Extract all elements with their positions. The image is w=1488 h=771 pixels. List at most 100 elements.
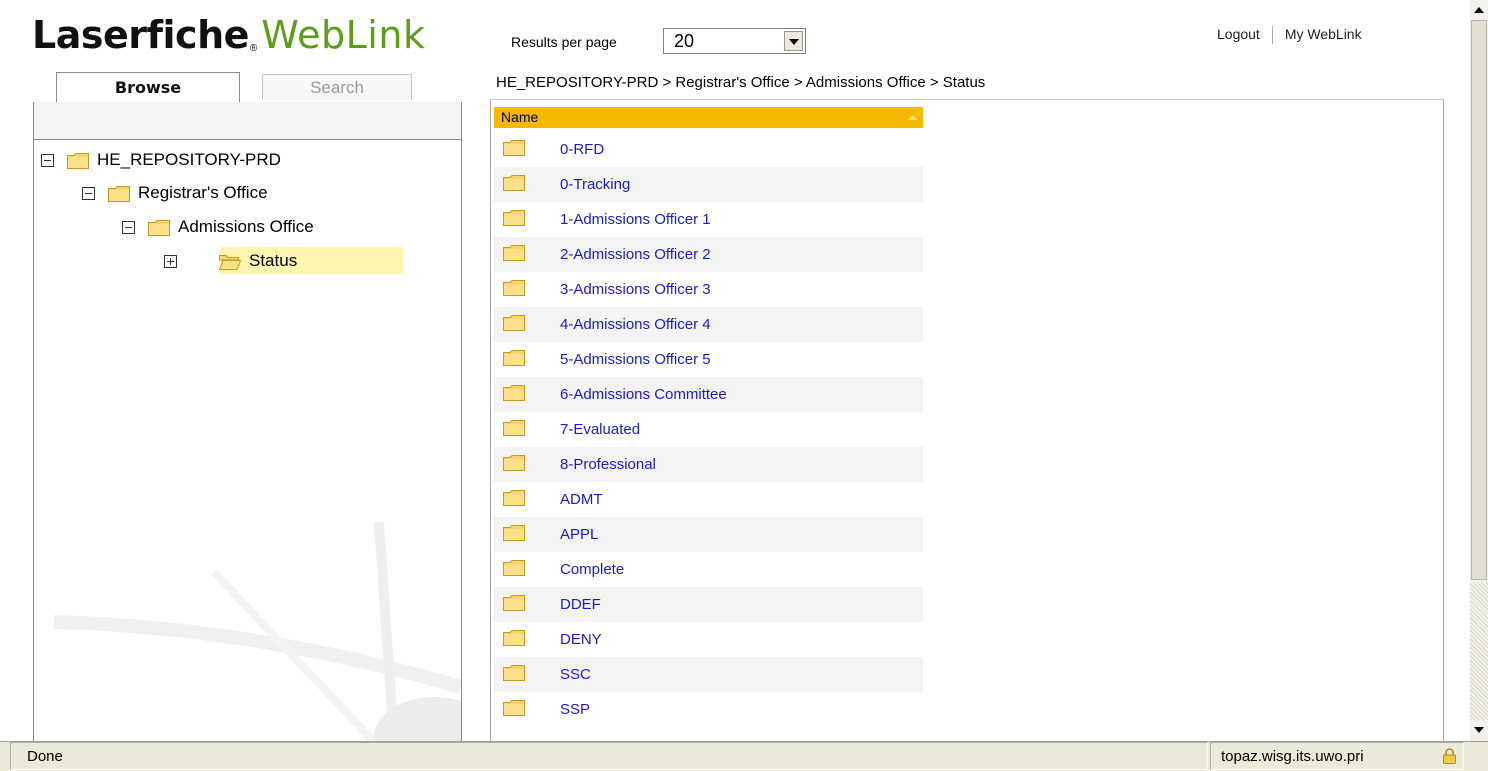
logout-link[interactable]: Logout	[1217, 26, 1260, 42]
tree-node-label[interactable]: HE_REPOSITORY-PRD	[97, 150, 281, 169]
folder-link[interactable]: 1-Admissions Officer 1	[560, 202, 711, 237]
tree-toolbar	[34, 102, 461, 140]
list-item[interactable]: ADMT	[494, 482, 923, 517]
tab-search[interactable]: Search	[262, 74, 412, 100]
sort-ascending-icon	[908, 115, 918, 120]
folder-icon	[108, 186, 130, 202]
folder-icon	[503, 140, 525, 156]
folder-icon	[67, 153, 89, 169]
link-divider	[1271, 26, 1273, 45]
folder-icon	[503, 455, 525, 471]
browse-tree-panel: HE_REPOSITORY-PRD Registrar's Office Adm…	[33, 102, 462, 742]
folder-link[interactable]: SSC	[560, 657, 591, 692]
column-header-name[interactable]: Name	[494, 107, 923, 128]
folder-icon	[503, 630, 525, 646]
folder-link[interactable]: DENY	[560, 622, 602, 657]
results-per-page-label: Results per page	[511, 34, 617, 50]
tree-node-registrars-office[interactable]: Registrar's Office	[82, 179, 268, 207]
lock-icon	[1443, 748, 1456, 764]
folder-icon	[503, 385, 525, 401]
scroll-down-arrow-icon[interactable]	[1470, 720, 1488, 740]
tree-node-label[interactable]: Admissions Office	[178, 217, 314, 236]
status-host-panel: topaz.wisg.its.uwo.pri	[1210, 742, 1464, 770]
results-per-page-select[interactable]: 20	[663, 28, 806, 54]
list-item[interactable]: 4-Admissions Officer 4	[494, 307, 923, 342]
list-item[interactable]: 8-Professional	[494, 447, 923, 482]
folder-icon	[503, 525, 525, 541]
folder-link[interactable]: 6-Admissions Committee	[560, 377, 727, 412]
dropdown-arrow-icon[interactable]	[784, 31, 803, 51]
list-item[interactable]: 6-Admissions Committee	[494, 377, 923, 412]
list-item[interactable]: 0-RFD	[494, 132, 923, 167]
tree-node-label[interactable]: Registrar's Office	[138, 183, 268, 202]
folder-open-icon	[219, 254, 241, 270]
top-links: Logout My WebLink	[1217, 26, 1362, 45]
list-item[interactable]: Complete	[494, 552, 923, 587]
folder-link[interactable]: 4-Admissions Officer 4	[560, 307, 711, 342]
collapse-toggle-icon[interactable]	[122, 221, 135, 235]
folder-icon	[503, 210, 525, 226]
status-host-text: topaz.wisg.its.uwo.pri	[1221, 748, 1364, 765]
column-header-label: Name	[501, 109, 539, 125]
folder-link[interactable]: APPL	[560, 517, 598, 552]
folder-link[interactable]: 3-Admissions Officer 3	[560, 272, 711, 307]
list-item[interactable]: 3-Admissions Officer 3	[494, 272, 923, 307]
list-item[interactable]: 1-Admissions Officer 1	[494, 202, 923, 237]
folder-icon	[503, 560, 525, 576]
scrollbar-thumb[interactable]	[1471, 20, 1487, 580]
folder-icon	[503, 595, 525, 611]
list-item[interactable]: 0-Tracking	[494, 167, 923, 202]
collapse-toggle-icon[interactable]	[82, 187, 95, 201]
folder-icon	[148, 220, 170, 236]
folder-link[interactable]: Complete	[560, 552, 624, 587]
folder-link[interactable]: 7-Evaluated	[560, 412, 640, 447]
browser-status-bar: Done topaz.wisg.its.uwo.pri	[0, 741, 1488, 771]
list-item[interactable]: 5-Admissions Officer 5	[494, 342, 923, 377]
tree-node-he-repository-prd[interactable]: HE_REPOSITORY-PRD	[41, 146, 281, 174]
folder-link[interactable]: ADMT	[560, 482, 603, 517]
folder-contents-panel: Name 0-RFD 0-Tracking 1-Admissions Officer…	[490, 99, 1444, 744]
page-scrollbar[interactable]	[1470, 0, 1488, 741]
folder-icon	[503, 175, 525, 191]
collapse-toggle-icon[interactable]	[41, 154, 54, 168]
list-item[interactable]: DDEF	[494, 587, 923, 622]
results-per-page-value: 20	[674, 31, 695, 51]
expand-toggle-icon[interactable]	[164, 255, 177, 269]
folder-icon	[503, 350, 525, 366]
folder-link[interactable]: DDEF	[560, 587, 601, 622]
list-item[interactable]: SSP	[494, 692, 923, 727]
tree-node-status[interactable]: Status	[164, 247, 297, 275]
list-item[interactable]: 7-Evaluated	[494, 412, 923, 447]
folder-icon	[503, 280, 525, 296]
status-text: Done	[10, 742, 1208, 770]
logo-laserfiche-text: Laserfiche	[32, 13, 249, 57]
folder-link[interactable]: SSP	[560, 692, 590, 727]
tab-bar: Browse Search	[34, 70, 460, 103]
folder-link[interactable]: 0-Tracking	[560, 167, 630, 202]
folder-icon	[503, 420, 525, 436]
weblink-logo: Laserfiche® WebLink	[32, 12, 425, 59]
list-item[interactable]: APPL	[494, 517, 923, 552]
background-decoration	[53, 521, 461, 742]
folder-link[interactable]: 0-RFD	[560, 132, 604, 167]
folder-icon	[503, 700, 525, 716]
tree-node-label[interactable]: Status	[249, 251, 297, 270]
folder-link[interactable]: 8-Professional	[560, 447, 656, 482]
my-weblink-link[interactable]: My WebLink	[1285, 26, 1362, 42]
folder-icon	[503, 245, 525, 261]
folder-link[interactable]: 5-Admissions Officer 5	[560, 342, 711, 377]
list-item[interactable]: DENY	[494, 622, 923, 657]
list-item[interactable]: SSC	[494, 657, 923, 692]
folder-icon	[503, 665, 525, 681]
tab-browse[interactable]: Browse	[56, 72, 240, 103]
folder-icon	[503, 315, 525, 331]
scrollbar-track[interactable]	[1470, 582, 1488, 720]
list-item[interactable]: 2-Admissions Officer 2	[494, 237, 923, 272]
scroll-up-arrow-icon[interactable]	[1470, 0, 1488, 20]
breadcrumb: HE_REPOSITORY-PRD > Registrar's Office >…	[496, 74, 986, 91]
folder-icon	[503, 490, 525, 506]
folder-link[interactable]: 2-Admissions Officer 2	[560, 237, 711, 272]
logo-registered-mark: ®	[249, 43, 258, 54]
tree-node-admissions-office[interactable]: Admissions Office	[122, 213, 314, 241]
logo-weblink-text: WebLink	[261, 13, 426, 57]
